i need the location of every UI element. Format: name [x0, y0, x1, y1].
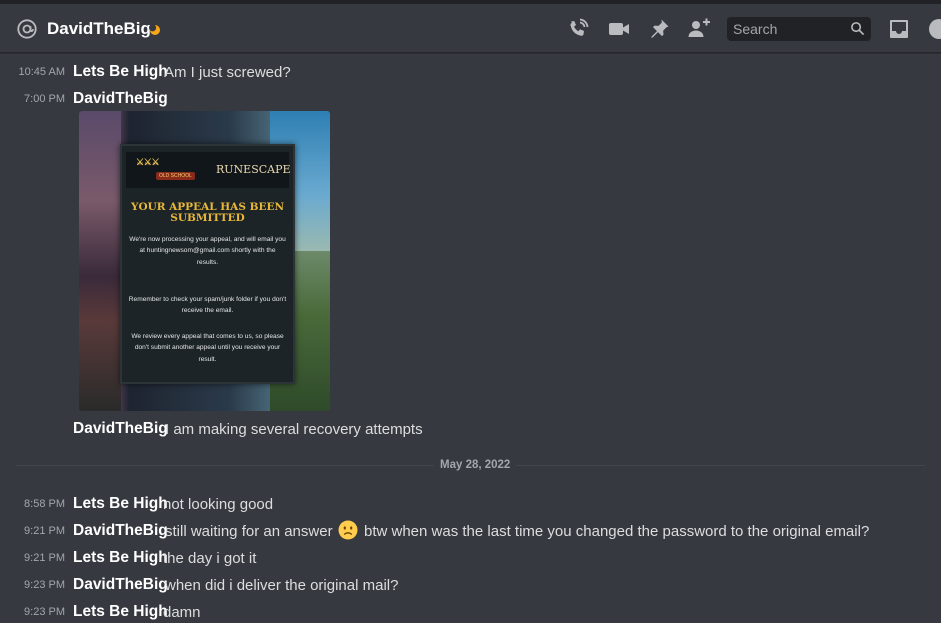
- message: 10:45 AM Lets Be High Am I just screwed?: [0, 61, 941, 83]
- message-text: still waiting for an answer: [165, 523, 333, 540]
- appeal-paragraph: We review every appeal that comes to us,…: [131, 333, 284, 363]
- message-author[interactable]: Lets Be High: [73, 549, 168, 567]
- message: 7:00 PM DavidTheBig: [0, 88, 941, 110]
- video-icon[interactable]: [607, 17, 631, 41]
- idle-status-icon: [149, 24, 160, 35]
- message-text: not looking good: [163, 496, 274, 513]
- message: 9:21 PM DavidTheBig still waiting for an…: [0, 520, 941, 542]
- add-user-icon[interactable]: [687, 17, 711, 41]
- osrs-logo: ⚔⚔⚔: [136, 158, 160, 168]
- message-author[interactable]: Lets Be High: [73, 63, 168, 81]
- message-author[interactable]: DavidTheBig: [73, 90, 168, 108]
- message-author[interactable]: Lets Be High: [73, 603, 168, 621]
- message: 9:23 PM DavidTheBig when did i deliver t…: [0, 574, 941, 596]
- message: DavidTheBig I am making several recovery…: [0, 418, 941, 440]
- message-text: Am I just screwed?: [164, 64, 291, 81]
- help-icon[interactable]: [927, 17, 941, 41]
- message-text: I am making several recovery attempts: [165, 421, 423, 438]
- date-divider: May 28, 2022: [434, 459, 517, 471]
- message: 8:58 PM Lets Be High not looking good: [0, 493, 941, 515]
- message-author[interactable]: DavidTheBig: [73, 420, 168, 438]
- appeal-paragraph: We're now processing your appeal, and wi…: [129, 236, 286, 266]
- inbox-icon[interactable]: [887, 17, 911, 41]
- appeal-paragraph: Remember to check your spam/junk folder …: [128, 296, 287, 315]
- message-timestamp: 9:23 PM: [24, 606, 65, 618]
- message-timestamp: 7:00 PM: [24, 93, 65, 105]
- message-timestamp: 9:21 PM: [24, 552, 65, 564]
- message-author[interactable]: DavidTheBig: [73, 522, 168, 540]
- osrs-logo-text: OLD SCHOOL: [156, 172, 195, 180]
- search-icon: [851, 22, 865, 36]
- message-author[interactable]: Lets Be High: [73, 495, 168, 513]
- search-placeholder: Search: [733, 21, 778, 37]
- message-text: btw when was the last time you changed t…: [364, 523, 870, 540]
- message: 9:23 PM Lets Be High damn: [0, 601, 941, 623]
- at-icon: [17, 19, 37, 39]
- appeal-logos: ⚔⚔⚔ OLD SCHOOL RUNESCAPE: [126, 152, 291, 188]
- appeal-title: YOUR APPEAL HAS BEEN SUBMITTED: [130, 201, 285, 224]
- message-timestamp: 10:45 AM: [18, 66, 65, 78]
- channel-title: DavidTheBig: [47, 19, 151, 38]
- phone-call-icon[interactable]: [566, 17, 590, 41]
- message-list: 10:45 AM Lets Be High Am I just screwed?…: [0, 53, 941, 623]
- message: 9:21 PM Lets Be High the day i got it: [0, 547, 941, 569]
- channel-header: DavidTheBig Search: [0, 0, 941, 53]
- message-text: the day i got it: [163, 550, 257, 567]
- pin-icon[interactable]: [647, 17, 671, 41]
- message-timestamp: 8:58 PM: [24, 498, 65, 510]
- runescape-logo: RUNESCAPE: [216, 163, 291, 176]
- message-timestamp: 9:23 PM: [24, 579, 65, 591]
- slightly-frowning-face-icon: [338, 520, 358, 540]
- attachment-background-character: [79, 111, 121, 411]
- message-text: when did i deliver the original mail?: [165, 577, 399, 594]
- search-input[interactable]: Search: [727, 17, 871, 41]
- message-text: damn: [163, 604, 201, 621]
- message-timestamp: 9:21 PM: [24, 525, 65, 537]
- message-author[interactable]: DavidTheBig: [73, 576, 168, 594]
- appeal-panel: ⚔⚔⚔ OLD SCHOOL RUNESCAPE YOUR APPEAL HAS…: [120, 144, 295, 384]
- image-attachment[interactable]: ⚔⚔⚔ OLD SCHOOL RUNESCAPE YOUR APPEAL HAS…: [79, 111, 330, 411]
